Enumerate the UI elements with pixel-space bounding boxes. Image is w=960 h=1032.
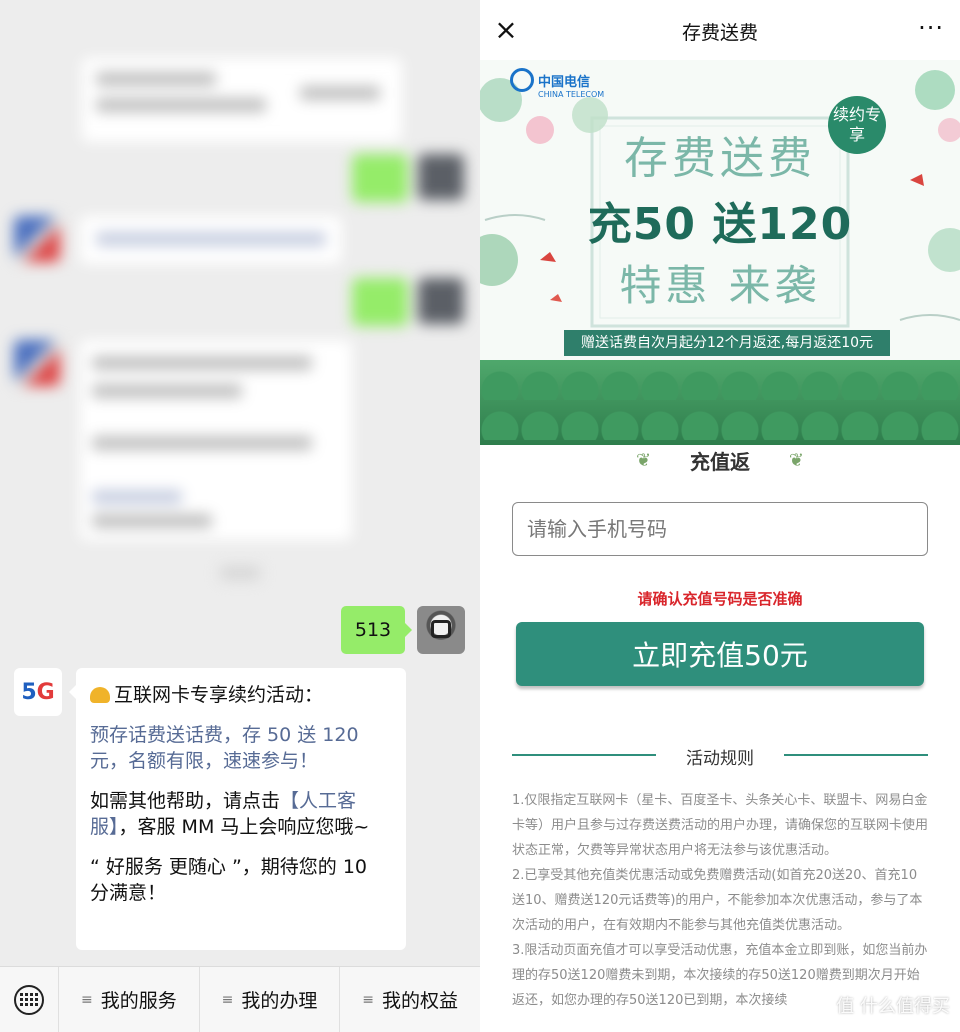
- bot-avatar[interactable]: 5G: [14, 668, 62, 716]
- number-warning: 请确认充值号码是否准确: [637, 590, 803, 608]
- closing-text: “ 好服务 更随心 ”，期待您的 10 分满意！: [90, 856, 368, 904]
- menu-label: 我的办理: [241, 990, 318, 1012]
- laurel-right-icon: ❦: [788, 450, 804, 471]
- menu-label: 我的权益: [382, 990, 459, 1012]
- divider-right: [784, 754, 928, 756]
- bot-message-bubble: 互联网卡专享续约活动： 预存话费送话费，存 50 送 120 元，名额有限，速速…: [69, 668, 406, 950]
- help-prefix: 如需其他帮助，请点击: [90, 790, 281, 812]
- menu-label: 我的服务: [100, 990, 177, 1012]
- rules-text: 1.仅限指定互联网卡（星卡、百度圣卡、头条关心卡、联盟卡、网易白金卡等）用户且参…: [512, 788, 930, 1013]
- keyboard-icon: [14, 984, 44, 1015]
- banner-headline-3: 特惠 来袭: [619, 261, 821, 310]
- blurred-chat-history: [0, 0, 480, 600]
- page-title: 存费送费: [681, 22, 758, 44]
- telecom-logo-icon: [510, 68, 534, 92]
- snail-emoji-icon: [90, 687, 110, 703]
- promo-link[interactable]: 预存话费送话费，存 50 送 120 元，名额有限，速速参与！: [90, 724, 359, 772]
- webview-topbar: × 存费送费 ···: [480, 0, 960, 60]
- sent-message-bubble[interactable]: 513: [341, 606, 412, 654]
- recharge-button[interactable]: 立即充值50元: [516, 622, 924, 686]
- bot-message-title: 互联网卡专享续约活动：: [114, 684, 324, 706]
- chat-pane: 513 5G 互联网卡专享续约活动： 预存话费送话费，存 50 送 120 元，…: [0, 0, 480, 1032]
- rule-item: 1.仅限指定互联网卡（星卡、百度圣卡、头条关心卡、联盟卡、网易白金卡等）用户且参…: [512, 793, 929, 858]
- watermark: 值 什么值得买: [836, 996, 950, 1017]
- promo-banner: 中国电信 CHINA TELECOM 续约专享 存费送费 充50 送120 特惠…: [480, 60, 960, 445]
- menu-icon: ≡: [221, 991, 234, 1008]
- banner-headline-1: 存费送费: [624, 133, 816, 184]
- menu-my-benefits[interactable]: ≡ 我的权益: [339, 966, 480, 1032]
- logo-cn-text: 中国电信: [538, 74, 591, 90]
- more-options-icon[interactable]: ···: [918, 14, 944, 42]
- avatar-five: 5: [21, 679, 37, 705]
- banner-strip: 赠送话费自次月起分12个月返还,每月返还10元: [564, 330, 890, 356]
- menu-icon: ≡: [362, 991, 375, 1008]
- help-suffix: ，客服 MM 马上会响应您哦~: [118, 816, 370, 838]
- menu-my-services[interactable]: ≡ 我的服务: [58, 966, 199, 1032]
- menu-my-handling[interactable]: ≡ 我的办理: [198, 966, 340, 1032]
- phone-number-input[interactable]: [512, 502, 928, 556]
- china-telecom-logo: 中国电信 CHINA TELECOM: [510, 68, 604, 99]
- keyboard-toggle[interactable]: [0, 967, 58, 1032]
- recharge-heading: 充值返: [690, 450, 750, 474]
- banner-headline-2: 充50 送120: [587, 199, 853, 250]
- user-avatar[interactable]: [417, 606, 465, 654]
- rules-heading: 活动规则: [686, 749, 754, 769]
- logo-en-text: CHINA TELECOM: [538, 90, 605, 99]
- avatar-g: G: [36, 679, 55, 705]
- rule-item: 2.已享受其他充值类优惠活动或免费赠费活动(如首充20送20、首充10送10、赠…: [512, 868, 923, 933]
- webview-pane: × 存费送费 ··· 中国电信 CHINA TELECOM 续约专享 存费送费 …: [480, 0, 960, 1032]
- chat-menu-bar: ≡ 我的服务 ≡ 我的办理 ≡ 我的权益: [0, 966, 480, 1032]
- grass-decoration: [480, 360, 960, 445]
- menu-icon: ≡: [80, 991, 93, 1008]
